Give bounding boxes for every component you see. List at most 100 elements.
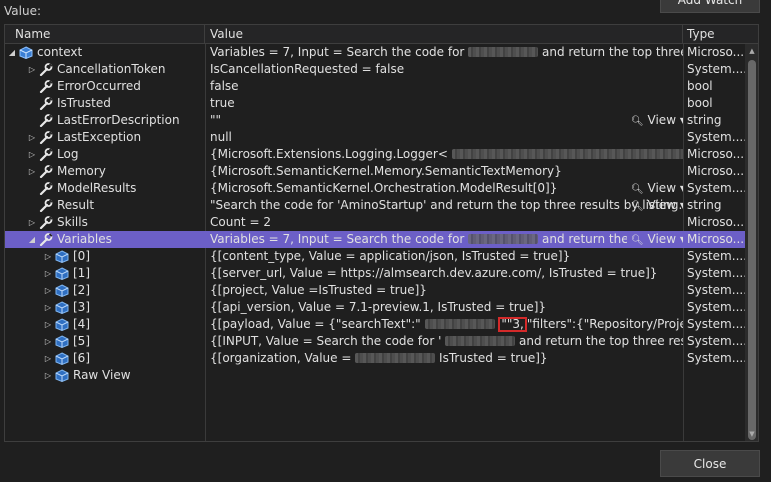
type-cell: Microso... bbox=[687, 232, 745, 246]
row-name: [0] bbox=[73, 249, 90, 263]
table-row[interactable]: ▷ CancellationToken IsCancellationRequeste… bbox=[5, 61, 745, 78]
view-visualizer-button[interactable]: 🔍︎ View ▾ bbox=[627, 112, 683, 129]
row-name: LastErrorDescription bbox=[57, 113, 180, 127]
property-icon bbox=[39, 97, 53, 111]
table-row[interactable]: ▷ Log {Microsoft.Extensions.Logging.Logger… bbox=[5, 146, 745, 163]
view-visualizer-button[interactable]: 🔍︎ View ▾ bbox=[627, 197, 683, 214]
value-cell[interactable]: Variables = 7, Input = Search the code f… bbox=[205, 231, 683, 248]
value-cell[interactable]: Count = 2 bbox=[205, 214, 683, 231]
column-header-value[interactable]: Value bbox=[205, 25, 683, 44]
value-cell[interactable]: {Microsoft.SemanticKernel.Orchestration.… bbox=[205, 180, 683, 197]
name-cell: ▷ Skills bbox=[5, 214, 205, 231]
table-row[interactable]: ErrorOccurred false bool bbox=[5, 78, 745, 95]
value-cell[interactable]: {[api_version, Value = 7.1-preview.1, Is… bbox=[205, 299, 683, 316]
property-icon bbox=[39, 182, 53, 196]
table-row[interactable]: ▷ LastException null System.... bbox=[5, 129, 745, 146]
object-icon bbox=[55, 250, 69, 264]
view-visualizer-button[interactable]: 🔍︎ View ▾ bbox=[627, 180, 683, 197]
magnifier-icon: 🔍︎ bbox=[631, 116, 644, 127]
table-row[interactable]: ◢ context Variables = 7, Input = Search th… bbox=[5, 44, 745, 61]
table-row[interactable]: ModelResults {Microsoft.SemanticKernel.Or… bbox=[5, 180, 745, 197]
value-cell[interactable]: {[payload, Value = {"searchText":" ""3, "… bbox=[205, 316, 683, 333]
value-cell[interactable]: IsCancellationRequested = false bbox=[205, 61, 683, 78]
value-cell[interactable]: {[content_type, Value = application/json… bbox=[205, 248, 683, 265]
table-row[interactable]: IsTrusted true bool bbox=[5, 95, 745, 112]
table-row[interactable]: ▷ [4] {[payload, Value = {"searchText":" "… bbox=[5, 316, 745, 333]
column-header-type[interactable]: Type bbox=[683, 25, 745, 44]
scroll-up-icon[interactable]: ▲ bbox=[745, 44, 758, 58]
value-cell[interactable]: {[INPUT, Value = Search the code for ' a… bbox=[205, 333, 683, 350]
row-value: {Microsoft.Extensions.Logging.Logger< bbox=[210, 147, 448, 161]
close-button[interactable]: Close bbox=[660, 450, 760, 477]
row-value: true bbox=[210, 96, 235, 110]
value-cell[interactable]: {[project, Value =IsTrusted = true]} bbox=[205, 282, 683, 299]
name-cell: LastErrorDescription bbox=[5, 112, 205, 129]
type-cell: System.... bbox=[687, 130, 745, 144]
table-row[interactable]: ▷ [3] {[api_version, Value = 7.1-preview.1… bbox=[5, 299, 745, 316]
object-icon bbox=[55, 369, 69, 383]
value-cell[interactable]: "Search the code for 'AminoStartup' and … bbox=[205, 197, 683, 214]
expand-arrow-icon[interactable]: ▷ bbox=[27, 146, 37, 163]
table-row[interactable]: Result "Search the code for 'AminoStartup… bbox=[5, 197, 745, 214]
magnifier-icon: 🔍︎ bbox=[631, 235, 644, 246]
column-header-name[interactable]: Name bbox=[5, 25, 205, 44]
value-cell[interactable]: null bbox=[205, 129, 683, 146]
row-name: [3] bbox=[73, 300, 90, 314]
expand-arrow-icon[interactable]: ▷ bbox=[43, 350, 53, 367]
name-cell: ▷ [0] bbox=[5, 248, 205, 265]
type-cell: string bbox=[687, 198, 722, 212]
add-watch-button[interactable]: Add Watch bbox=[660, 0, 760, 13]
value-cell[interactable]: Variables = 7, Input = Search the code f… bbox=[205, 44, 683, 61]
value-cell[interactable]: {[server_url, Value = https://almsearch.… bbox=[205, 265, 683, 282]
table-row[interactable]: ▷ [1] {[server_url, Value = https://almsea… bbox=[5, 265, 745, 282]
name-cell: ▷ LastException bbox=[5, 129, 205, 146]
collapse-arrow-icon[interactable]: ◢ bbox=[27, 231, 37, 248]
type-cell: bool bbox=[687, 79, 713, 93]
row-name: Log bbox=[57, 147, 79, 161]
expand-arrow-icon[interactable]: ▷ bbox=[27, 163, 37, 180]
expand-arrow-icon[interactable]: ▷ bbox=[43, 367, 53, 384]
table-row[interactable]: ▷ Skills Count = 2 Microso... bbox=[5, 214, 745, 231]
expand-arrow-icon[interactable]: ▷ bbox=[27, 61, 37, 78]
value-cell[interactable]: false bbox=[205, 78, 683, 95]
value-cell[interactable]: {Microsoft.SemanticKernel.Memory.Semanti… bbox=[205, 163, 683, 180]
table-row[interactable]: ▷ [2] {[project, Value =IsTrusted = true]}… bbox=[5, 282, 745, 299]
redacted-text bbox=[468, 234, 539, 244]
expand-arrow-icon[interactable]: ▷ bbox=[43, 248, 53, 265]
table-row[interactable]: LastErrorDescription "" 🔍︎ View ▾ string bbox=[5, 112, 745, 129]
type-cell: Microso... bbox=[687, 164, 745, 178]
row-name: ErrorOccurred bbox=[57, 79, 141, 93]
expand-arrow-icon[interactable]: ▷ bbox=[43, 299, 53, 316]
name-cell: ▷ CancellationToken bbox=[5, 61, 205, 78]
collapse-arrow-icon[interactable]: ◢ bbox=[7, 44, 17, 61]
row-name: Memory bbox=[57, 164, 106, 178]
expand-arrow-icon[interactable]: ▷ bbox=[43, 282, 53, 299]
expand-arrow-icon[interactable]: ▷ bbox=[27, 214, 37, 231]
table-row[interactable]: ▷ [5] {[INPUT, Value = Search the code for… bbox=[5, 333, 745, 350]
table-row[interactable]: ▷ Memory {Microsoft.SemanticKernel.Memory.… bbox=[5, 163, 745, 180]
scroll-thumb[interactable] bbox=[748, 60, 756, 440]
property-icon bbox=[39, 165, 53, 179]
table-row[interactable]: ▷ [0] {[content_type, Value = application/… bbox=[5, 248, 745, 265]
row-name: Raw View bbox=[73, 368, 131, 382]
expand-arrow-icon[interactable]: ▷ bbox=[43, 333, 53, 350]
table-row[interactable]: ▷ [6] {[organization, Value = IsTrusted = … bbox=[5, 350, 745, 367]
table-row[interactable]: ▷ Raw View bbox=[5, 367, 745, 384]
value-cell[interactable] bbox=[205, 367, 683, 384]
row-name: [6] bbox=[73, 351, 90, 365]
value-cell[interactable]: {Microsoft.Extensions.Logging.Logger< bbox=[205, 146, 683, 163]
scroll-down-icon[interactable]: ▼ bbox=[745, 427, 758, 441]
value-cell[interactable]: {[organization, Value = IsTrusted = true… bbox=[205, 350, 683, 367]
expand-arrow-icon[interactable]: ▷ bbox=[27, 129, 37, 146]
expand-arrow-icon[interactable]: ▷ bbox=[43, 265, 53, 282]
row-name: [5] bbox=[73, 334, 90, 348]
vertical-scrollbar[interactable]: ▲ ▼ bbox=[745, 44, 758, 441]
value-cell[interactable]: "" 🔍︎ View ▾ bbox=[205, 112, 683, 129]
value-cell[interactable]: true bbox=[205, 95, 683, 112]
table-row[interactable]: ◢ Variables Variables = 7, Input = Search … bbox=[5, 231, 745, 248]
view-visualizer-button[interactable]: 🔍︎ View ▾ bbox=[627, 231, 683, 248]
type-cell: Microso... bbox=[687, 215, 745, 229]
row-value: IsCancellationRequested = false bbox=[210, 62, 405, 76]
object-icon bbox=[55, 267, 69, 281]
expand-arrow-icon[interactable]: ▷ bbox=[43, 316, 53, 333]
